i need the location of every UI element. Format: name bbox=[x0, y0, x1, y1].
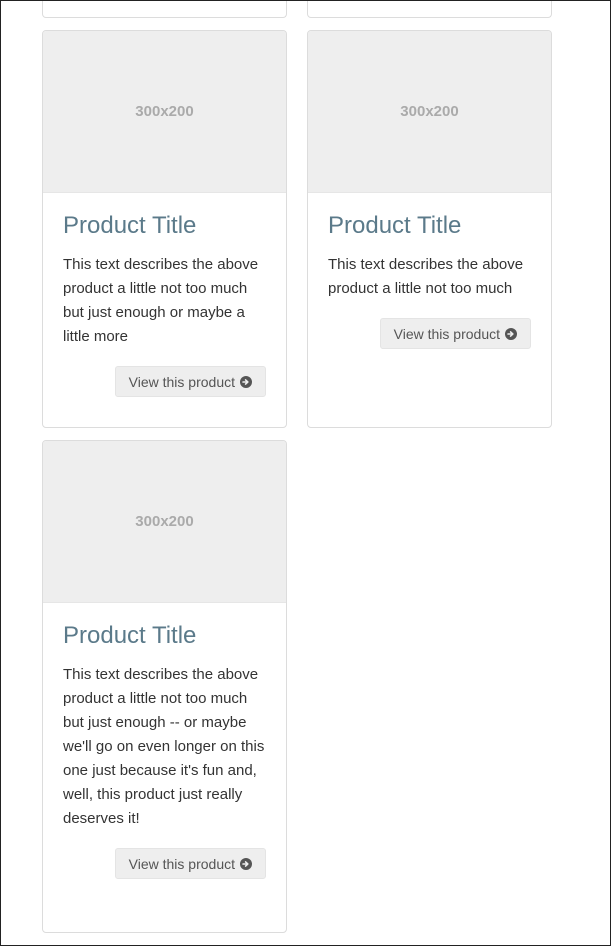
product-card-partial bbox=[307, 1, 552, 18]
image-size-label: 300x200 bbox=[135, 103, 194, 120]
product-image-placeholder: 300x200 bbox=[308, 31, 551, 193]
product-image-placeholder: 300x200 bbox=[43, 441, 286, 603]
product-caption: Product Title This text describes the ab… bbox=[43, 193, 286, 349]
product-card: 300x200 Product Title This text describe… bbox=[307, 30, 552, 428]
product-image-placeholder: 300x200 bbox=[43, 31, 286, 193]
product-title: Product Title bbox=[328, 212, 462, 239]
product-grid: 300x200 Product Title This text describe… bbox=[0, 0, 611, 946]
product-card: 300x200 Product Title This text describe… bbox=[42, 440, 287, 933]
arrow-circle-right-icon bbox=[240, 375, 252, 388]
product-description: This text describes the above product a … bbox=[63, 666, 265, 827]
product-description: This text describes the above product a … bbox=[63, 256, 259, 345]
image-size-label: 300x200 bbox=[135, 513, 194, 530]
product-title: Product Title bbox=[63, 622, 197, 649]
view-product-button-label: View this product bbox=[128, 855, 235, 872]
view-product-button[interactable]: View this product bbox=[114, 366, 266, 397]
image-size-label: 300x200 bbox=[400, 103, 459, 120]
view-product-button[interactable]: View this product bbox=[379, 318, 531, 349]
product-caption: Product Title This text describes the ab… bbox=[43, 603, 286, 831]
view-product-button-label: View this product bbox=[393, 325, 500, 342]
button-row: View this product bbox=[308, 318, 551, 349]
view-product-button[interactable]: View this product bbox=[114, 848, 266, 879]
product-card: 300x200 Product Title This text describe… bbox=[42, 30, 287, 428]
product-title: Product Title bbox=[63, 212, 197, 239]
view-product-button-label: View this product bbox=[128, 373, 235, 390]
button-row: View this product bbox=[43, 848, 286, 879]
product-caption: Product Title This text describes the ab… bbox=[308, 193, 551, 301]
button-row: View this product bbox=[43, 366, 286, 397]
product-description: This text describes the above product a … bbox=[328, 256, 524, 297]
product-card-partial bbox=[42, 1, 287, 18]
arrow-circle-right-icon bbox=[505, 327, 517, 340]
arrow-circle-right-icon bbox=[240, 857, 252, 870]
